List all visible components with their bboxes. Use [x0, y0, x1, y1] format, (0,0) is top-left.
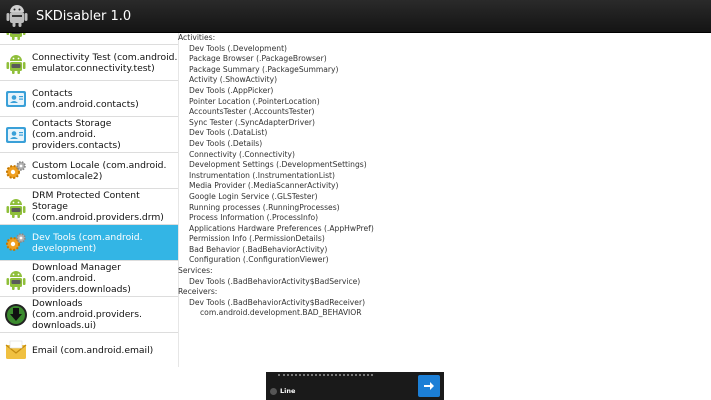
list-item[interactable]: Contacts (com.android.contacts) — [0, 81, 178, 117]
package-details: Activities: Dev Tools (.Development) Packa… — [178, 33, 711, 367]
contacts-icon — [3, 86, 29, 112]
list-item[interactable]: Dev Tools (com.android. development) — [0, 225, 178, 261]
list-item[interactable] — [0, 33, 178, 45]
list-item[interactable]: Downloads (com.android.providers. downlo… — [0, 297, 178, 333]
list-item-label: Contacts Storage (com.android. providers… — [32, 118, 121, 151]
activity-entry: Dev Tools (.AppPicker) — [189, 85, 274, 95]
list-item-label: Contacts (com.android.contacts) — [32, 87, 139, 110]
receivers-header: Receivers: — [178, 287, 218, 297]
service-entry: Dev Tools (.BadBehaviorActivity$BadServi… — [189, 276, 361, 286]
activity-entry: Process Information (.ProcessInfo) — [189, 213, 319, 223]
list-item-label: DRM Protected Content Storage (com.andro… — [32, 190, 164, 223]
activity-entry: Package Summary (.PackageSummary) — [189, 64, 339, 74]
ad-headline-decoration — [278, 374, 373, 381]
list-item-label: Connectivity Test (com.android. emulator… — [32, 51, 178, 74]
activity-entry: Bad Behavior (.BadBehaviorActivity) — [189, 244, 328, 254]
activity-entry: Pointer Location (.PointerLocation) — [189, 96, 320, 106]
ad-action-button[interactable] — [418, 375, 440, 397]
android-icon — [3, 266, 29, 292]
activity-entry: Google Login Service (.GLSTester) — [189, 191, 318, 201]
list-item-label: Custom Locale (com.android. customlocale… — [32, 159, 167, 182]
activity-entry: Applications Hardware Preferences (.AppH… — [189, 223, 374, 233]
ad-banner[interactable]: Line — [266, 372, 444, 400]
activity-entry: Running processes (.RunningProcesses) — [189, 202, 340, 212]
activity-entry: Dev Tools (.DataList) — [189, 128, 268, 138]
ad-text: Line — [280, 387, 296, 395]
activities-header: Activities: — [178, 33, 216, 42]
activity-entry: Development Settings (.DevelopmentSettin… — [189, 160, 367, 170]
activity-entry: Dev Tools (.Details) — [189, 138, 263, 148]
receiver-entry: Dev Tools (.BadBehaviorActivity$BadRecei… — [189, 297, 366, 307]
activity-entry: Package Browser (.PackageBrowser) — [189, 54, 327, 64]
action-bar: SKDisabler 1.0 — [0, 0, 711, 33]
app-title: SKDisabler 1.0 — [36, 8, 132, 24]
download-icon — [3, 302, 29, 328]
list-item[interactable]: Contacts Storage (com.android. providers… — [0, 117, 178, 153]
package-list[interactable]: Connectivity Test (com.android. emulator… — [0, 33, 179, 367]
list-item[interactable]: Custom Locale (com.android. customlocale… — [0, 153, 178, 189]
services-header: Services: — [178, 266, 213, 276]
activity-entry: Sync Tester (.SyncAdapterDriver) — [189, 117, 316, 127]
email-icon — [3, 338, 29, 364]
list-item[interactable]: Email (com.android.email) — [0, 333, 178, 367]
android-icon — [3, 33, 29, 45]
gear-icon — [3, 230, 29, 256]
activity-entry: Connectivity (.Connectivity) — [189, 149, 295, 159]
activity-entry: Media Provider (.MediaScannerActivity) — [189, 181, 339, 191]
ad-logo-icon — [270, 388, 277, 395]
list-item-label: Dev Tools (com.android. development) — [32, 231, 143, 254]
receiver-action-entry: com.android.development.BAD_BEHAVIOR — [200, 308, 362, 318]
android-icon — [3, 194, 29, 220]
activity-entry: Activity (.ShowActivity) — [189, 75, 278, 85]
activity-entry: Instrumentation (.InstrumentationList) — [189, 170, 335, 180]
arrow-right-icon — [424, 382, 434, 390]
gear-icon — [3, 158, 29, 184]
activity-entry: AccountsTester (.AccountsTester) — [189, 107, 315, 117]
contacts-icon — [3, 122, 29, 148]
list-item[interactable]: Download Manager (com.android. providers… — [0, 261, 178, 297]
list-item-label: Downloads (com.android.providers. downlo… — [32, 298, 142, 331]
android-icon — [3, 50, 29, 76]
list-item[interactable]: DRM Protected Content Storage (com.andro… — [0, 189, 178, 225]
list-item-label: Download Manager (com.android. providers… — [32, 262, 131, 295]
activity-entry: Configuration (.ConfigurationViewer) — [189, 255, 329, 265]
list-item-label: Email (com.android.email) — [32, 345, 154, 356]
activity-entry: Permission Info (.PermissionDetails) — [189, 234, 325, 244]
list-item[interactable]: Connectivity Test (com.android. emulator… — [0, 45, 178, 81]
activity-entry: Dev Tools (.Development) — [189, 43, 288, 53]
android-bugdroid-icon[interactable] — [4, 3, 30, 29]
